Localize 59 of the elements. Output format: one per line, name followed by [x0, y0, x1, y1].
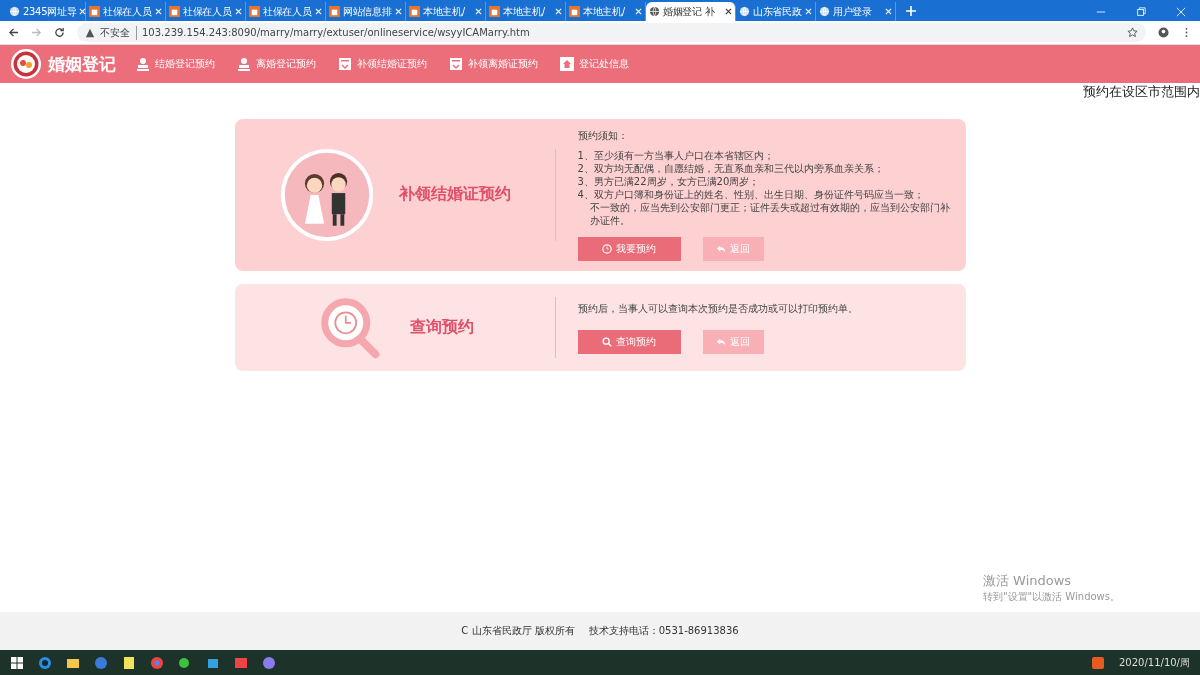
nav-link[interactable]: 登记处信息: [560, 57, 629, 71]
site-icon: [169, 6, 180, 17]
reply-arrow-icon: [716, 336, 726, 347]
marquee-text: 预约在设区市范围内: [1083, 83, 1200, 101]
globe-icon: [739, 6, 750, 17]
clock-icon: [602, 244, 612, 254]
nav-link[interactable]: 离婚登记预约: [237, 57, 316, 71]
back-arrow-icon[interactable]: [8, 27, 19, 38]
card-description: 预约后，当事人可以查询本次预约是否成功或可以打印预约单。: [577, 301, 859, 316]
reply-arrow-icon: [716, 244, 726, 254]
address-bar[interactable]: 不安全 103.239.154.243:8090/marry/marry/extuser/onlineservice/wsyyICAMarry.htm: [77, 23, 1146, 42]
restore-icon[interactable]: [1136, 6, 1146, 17]
notice-item: 1、至少须有一方当事人户口在本省辖区内；: [577, 149, 775, 162]
copyright-text: C 山东省民政厅 版权所有: [461, 624, 575, 638]
app-icon[interactable]: [94, 655, 108, 670]
globe-icon: [9, 6, 20, 17]
url-text: 103.239.154.243:8090/marry/marry/extuser/onlineservice/wsyyICAMarry.htm: [142, 27, 531, 38]
site-icon: [89, 6, 100, 17]
logo-icon: [10, 48, 42, 80]
app-icon[interactable]: [262, 655, 276, 670]
clock-text: 2020/11/10/周: [1119, 655, 1190, 670]
nav-link[interactable]: 结婚登记预约: [136, 57, 215, 71]
notice-heading: 预约须知：: [577, 129, 629, 143]
card-title: 查询预约: [409, 317, 474, 338]
site-icon: [329, 6, 340, 17]
start-icon[interactable]: [10, 655, 24, 670]
globe-icon: [819, 6, 830, 17]
card-title: 补领结婚证预约: [398, 184, 511, 206]
site-icon: [569, 6, 580, 17]
notice-item: 3、男方已满22周岁，女方已满20周岁；: [577, 175, 761, 188]
account-icon[interactable]: [1158, 27, 1169, 38]
star-icon[interactable]: [1127, 27, 1138, 38]
action-button[interactable]: 我要预约: [577, 237, 681, 261]
new-tab-icon[interactable]: [906, 6, 916, 16]
support-phone: 技术支持电话：0531-86913836: [588, 624, 739, 638]
nav-link[interactable]: 补领结婚证预约: [338, 57, 427, 71]
site-icon: [249, 6, 260, 17]
search-icon: [602, 336, 612, 347]
site-title: 婚姻登记: [48, 52, 116, 76]
site-icon: [489, 6, 500, 17]
notice-item: 2、双方均无配偶，自愿结婚，无直系血亲和三代以内旁系血亲关系；: [577, 162, 885, 175]
browser-tab[interactable]: 婚姻登记 补: [646, 2, 736, 21]
reload-icon[interactable]: [54, 27, 65, 38]
activation-text: 转到"设置"以激活 Windows。: [982, 590, 1120, 604]
site-icon: [409, 6, 420, 17]
notice-item: 4、双方户口簿和身份证上的姓名、性别、出生日期、身份证件号码应当一致；: [577, 188, 925, 201]
person-stamp-icon: [136, 57, 150, 71]
close-icon[interactable]: [725, 8, 732, 15]
certificate-icon: [338, 57, 352, 71]
nav-link[interactable]: 补领离婚证预约: [449, 57, 538, 71]
home-icon: [560, 57, 574, 71]
action-button[interactable]: 查询预约: [577, 329, 681, 354]
activation-title: 激活 Windows: [982, 572, 1073, 590]
warning-icon: [85, 27, 95, 38]
person-stamp-icon: [237, 57, 251, 71]
security-label: 不安全: [100, 25, 137, 40]
certificate-icon: [449, 57, 463, 71]
globe-icon: [649, 6, 660, 17]
notice-item: 不一致的，应当先到公安部门更正；证件丢失或超过有效期的，应当到公安部门补办证件。: [588, 201, 951, 227]
